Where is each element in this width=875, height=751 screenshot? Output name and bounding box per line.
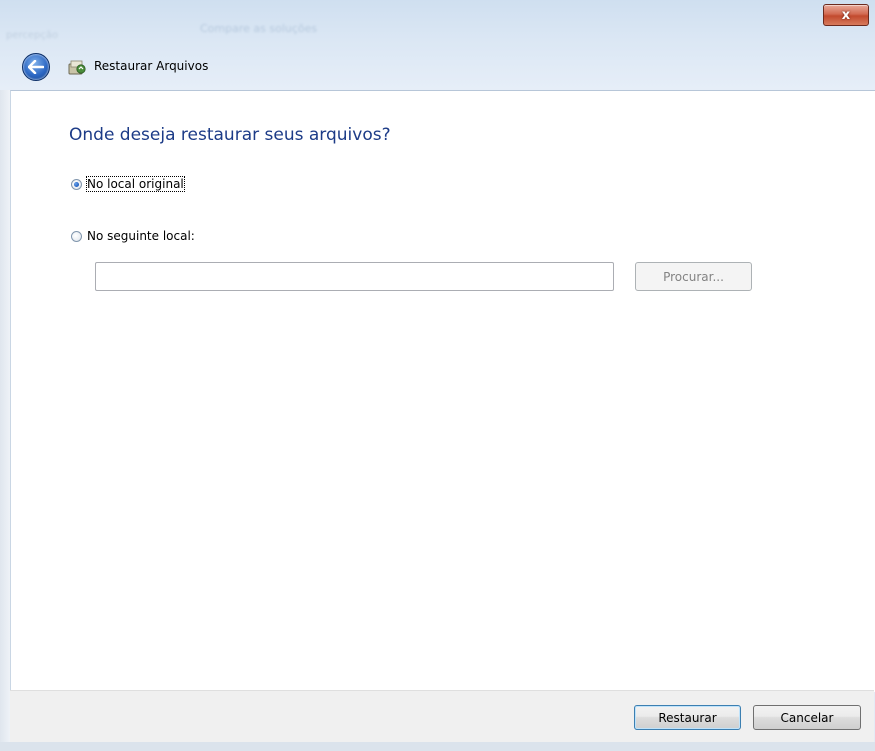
content-panel: Onde deseja restaurar seus arquivos? No … [10, 90, 875, 692]
background-text-left: percepção [6, 30, 59, 41]
window-bottom-border [0, 742, 875, 751]
wizard-header: Restaurar Arquivos [0, 50, 875, 90]
radio-label-original[interactable]: No local original [86, 176, 185, 192]
wizard-title: Restaurar Arquivos [94, 59, 209, 73]
close-icon: x [841, 7, 851, 23]
dialog-footer: Restaurar Cancelar [10, 690, 874, 743]
option-original-location[interactable]: No local original [71, 176, 185, 192]
restore-files-icon [68, 60, 86, 75]
radio-original-location[interactable] [71, 178, 82, 190]
option-custom-location[interactable]: No seguinte local: [71, 229, 195, 243]
radio-custom-location[interactable] [71, 230, 82, 242]
browse-button[interactable]: Procurar... [635, 262, 752, 291]
close-button[interactable]: x [823, 4, 869, 26]
restore-button[interactable]: Restaurar [634, 705, 741, 730]
radio-label-custom[interactable]: No seguinte local: [87, 229, 195, 243]
page-heading: Onde deseja restaurar seus arquivos? [69, 125, 391, 145]
dialog-window: percepção Compare as soluções x Restaura… [0, 0, 875, 751]
cancel-button[interactable]: Cancelar [753, 705, 861, 730]
background-window-title: Compare as soluções [200, 22, 318, 35]
window-left-border [0, 90, 10, 751]
back-arrow-icon [28, 60, 44, 74]
back-button[interactable] [22, 53, 50, 81]
location-path-input[interactable] [95, 262, 614, 291]
